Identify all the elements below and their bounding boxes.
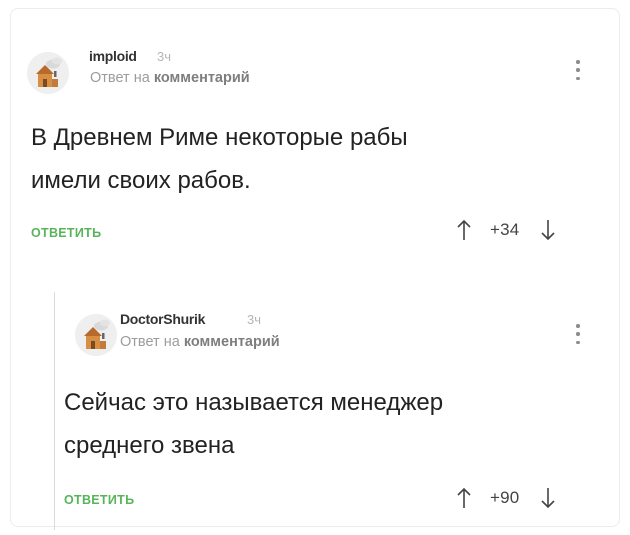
upvote-arrow-icon[interactable] [456,218,472,242]
reply-button[interactable]: ОТВЕТИТЬ [31,226,101,240]
reply-to-label: Ответ на комментарий [120,334,280,350]
user-avatar-icon [27,52,69,94]
comment-time: 3ч [157,49,172,64]
thread-branch-line[interactable] [54,292,55,530]
comment-body: В Древнем Риме некоторые рабы имели свои… [31,116,408,202]
avatar[interactable] [27,52,69,94]
comment-text-line: Сейчас это называется менеджер [64,389,444,416]
author-name[interactable]: imploid [89,48,137,64]
user-avatar-icon [75,314,117,356]
reply-to-label: Ответ на комментарий [90,70,250,86]
downvote-arrow-icon[interactable] [540,218,556,242]
vote-controls: +90 [456,486,556,510]
comment-text-line: среднего звена [64,432,235,459]
comment-rating: +90 [490,488,520,507]
comment-text-line: имели своих рабов. [31,167,251,194]
reply-target-link[interactable]: комментарий [154,70,250,86]
reply-button[interactable]: ОТВЕТИТЬ [64,493,134,507]
comment-thread-card: imploid 3ч Ответ на комментарий В Древне… [10,8,620,530]
comment-rating: +34 [490,220,520,239]
reply-target-link[interactable]: комментарий [184,334,280,350]
downvote-arrow-icon[interactable] [540,486,556,510]
more-options-icon[interactable] [573,57,583,83]
author-name[interactable]: DoctorShurik [120,311,205,327]
more-options-icon[interactable] [573,321,583,347]
comment-body: Сейчас это называется менеджер среднего … [64,381,443,467]
avatar[interactable] [75,314,117,356]
vote-controls: +34 [456,218,556,242]
comment-text-line: В Древнем Риме некоторые рабы [31,124,408,151]
reply-prefix: Ответ на [120,334,180,350]
upvote-arrow-icon[interactable] [456,486,472,510]
reply-prefix: Ответ на [90,70,150,86]
comment-time: 3ч [247,312,262,327]
